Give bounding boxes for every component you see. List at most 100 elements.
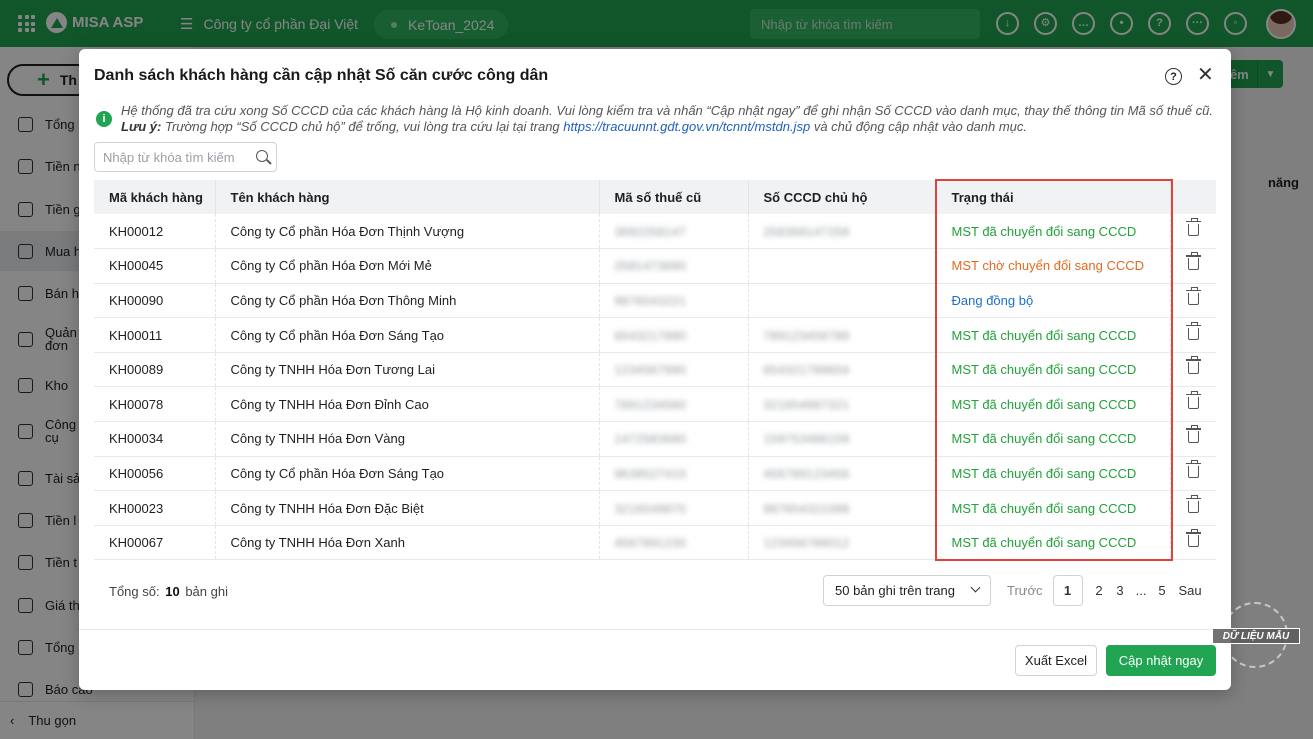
cell-old-tax-code: 1472583690 bbox=[614, 432, 687, 447]
cell-status: MST đã chuyển đổi sang CCCD bbox=[936, 386, 1171, 423]
cell-status: MST đã chuyển đổi sang CCCD bbox=[936, 352, 1171, 388]
cell-customer-name: Công ty Cổ phần Hóa Đơn Sáng Tạo bbox=[215, 317, 600, 353]
pagination-page-current[interactable]: 1 bbox=[1052, 575, 1083, 606]
cell-customer-code: KH00011 bbox=[94, 317, 216, 353]
trash-icon[interactable] bbox=[1185, 286, 1201, 305]
customer-table: Mã khách hàng Tên khách hàng Mã số thuế … bbox=[94, 180, 1216, 561]
cell-customer-code: KH00045 bbox=[94, 248, 216, 284]
table-row[interactable]: KH00056 Công ty Cổ phần Hóa Đơn Sáng Tạo 9… bbox=[94, 456, 1216, 492]
info-icon: i bbox=[96, 111, 112, 127]
cell-old-tax-code: 9876543221 bbox=[614, 293, 687, 308]
dialog-title: Danh sách khách hàng cần cập nhật Số căn… bbox=[94, 67, 549, 84]
page-size-select[interactable]: 50 bản ghi trên trang bbox=[823, 575, 991, 606]
cell-old-tax-code: 6543217890 bbox=[614, 328, 687, 343]
cell-customer-name: Công ty TNHH Hóa Đơn Xanh bbox=[215, 525, 600, 561]
cell-customer-code: KH00023 bbox=[94, 490, 216, 526]
cell-old-tax-code: 3692258147 bbox=[614, 224, 687, 239]
cell-status: MST chờ chuyển đổi sang CCCD bbox=[936, 248, 1171, 284]
trash-icon[interactable] bbox=[1185, 529, 1201, 548]
pagination-prev[interactable]: Trước bbox=[1007, 575, 1043, 606]
table-row[interactable]: KH00045 Công ty Cổ phần Hóa Đơn Mới Mẻ 258… bbox=[94, 248, 1216, 284]
cell-old-tax-code: 7891234560 bbox=[614, 397, 687, 412]
table-header-row: Mã khách hàng Tên khách hàng Mã số thuế … bbox=[94, 180, 1216, 214]
cell-status: MST đã chuyển đổi sang CCCD bbox=[936, 317, 1171, 353]
cccd-update-dialog: Danh sách khách hàng cần cập nhật Số căn… bbox=[79, 49, 1231, 690]
cell-status: MST đã chuyển đổi sang CCCD bbox=[936, 525, 1171, 561]
export-excel-button[interactable]: Xuất Excel bbox=[1015, 645, 1097, 676]
cell-cccd: 789123456789 bbox=[763, 328, 850, 343]
close-icon[interactable]: ✕ bbox=[1197, 64, 1214, 86]
table-row[interactable]: KH00034 Công ty TNHH Hóa Đơn Vàng 14725836… bbox=[94, 421, 1216, 457]
pagination-page[interactable]: 2 bbox=[1089, 575, 1110, 606]
cell-old-tax-code: 3216549870 bbox=[614, 501, 687, 516]
cell-status: MST đã chuyển đổi sang CCCD bbox=[936, 456, 1171, 492]
cell-status: Đang đồng bộ bbox=[936, 283, 1171, 319]
cell-status: MST đã chuyển đổi sang CCCD bbox=[936, 490, 1171, 526]
table-row[interactable]: KH00078 Công ty TNHH Hóa Đơn Đỉnh Cao 7891… bbox=[94, 386, 1216, 423]
cell-customer-code: KH00056 bbox=[94, 456, 216, 492]
cell-cccd: 456789123456 bbox=[763, 466, 850, 481]
cell-customer-code: KH00089 bbox=[94, 352, 216, 388]
pagination-next[interactable]: Sau bbox=[1179, 575, 1202, 606]
trash-icon[interactable] bbox=[1185, 321, 1201, 340]
pagination-page[interactable]: 5 bbox=[1152, 575, 1173, 606]
cell-customer-name: Công ty TNHH Hóa Đơn Tương Lai bbox=[215, 352, 600, 388]
trash-icon[interactable] bbox=[1185, 390, 1201, 409]
info-notice: i Hệ thống đã tra cứu xong Số CCCD của c… bbox=[96, 103, 1216, 135]
cell-old-tax-code: 2581473690 bbox=[614, 259, 687, 274]
help-icon[interactable]: ? bbox=[1165, 68, 1182, 85]
cell-cccd: 258369147258 bbox=[763, 224, 850, 239]
table-row[interactable]: KH00067 Công ty TNHH Hóa Đơn Xanh 45678912… bbox=[94, 525, 1216, 561]
trash-icon[interactable] bbox=[1185, 459, 1201, 478]
table-row[interactable]: KH00012 Công ty Cổ phần Hóa Đơn Thịnh Vượ… bbox=[94, 214, 1216, 250]
cell-cccd: 987654321098 bbox=[763, 501, 850, 516]
trash-icon[interactable] bbox=[1185, 494, 1201, 513]
column-header-old-tax[interactable]: Mã số thuế cũ bbox=[599, 180, 749, 214]
pagination: Trước 1 2 3 ... 5 Sau bbox=[1007, 575, 1202, 606]
cell-customer-name: Công ty TNHH Hóa Đơn Đỉnh Cao bbox=[215, 386, 600, 423]
trash-icon[interactable] bbox=[1185, 252, 1201, 271]
table-row[interactable]: KH00089 Công ty TNHH Hóa Đơn Tương Lai 123… bbox=[94, 352, 1216, 388]
table-row[interactable]: KH00023 Công ty TNHH Hóa Đơn Đặc Biệt 3216… bbox=[94, 490, 1216, 526]
sample-data-watermark: DỮ LIỆU MẪU bbox=[1212, 602, 1300, 672]
lookup-link[interactable]: https://tracuunnt.gdt.gov.vn/tcnnt/mstdn… bbox=[563, 119, 810, 134]
cell-customer-code: KH00012 bbox=[94, 214, 216, 250]
dialog-search-input[interactable]: Nhập từ khóa tìm kiếm bbox=[94, 142, 277, 172]
cell-cccd: 321654987321 bbox=[763, 397, 850, 412]
cell-old-tax-code: 9638527410 bbox=[614, 466, 687, 481]
cell-cccd: 123456789012 bbox=[763, 536, 850, 551]
record-total: Tổng số: 10 bản ghi bbox=[109, 584, 228, 599]
cell-customer-code: KH00078 bbox=[94, 386, 216, 423]
search-icon[interactable] bbox=[256, 150, 268, 162]
cell-customer-name: Công ty TNHH Hóa Đơn Đặc Biệt bbox=[215, 490, 600, 526]
cell-customer-name: Công ty TNHH Hóa Đơn Vàng bbox=[215, 421, 600, 457]
footer-divider bbox=[79, 629, 1231, 630]
column-header-code[interactable]: Mã khách hàng bbox=[94, 180, 216, 214]
cell-cccd: 654321789654 bbox=[763, 363, 850, 378]
column-header-actions bbox=[1170, 180, 1216, 214]
cell-customer-name: Công ty Cổ phần Hóa Đơn Thông Minh bbox=[215, 283, 600, 319]
cell-status: MST đã chuyển đổi sang CCCD bbox=[936, 214, 1171, 250]
cell-customer-code: KH00090 bbox=[94, 283, 216, 319]
trash-icon[interactable] bbox=[1185, 356, 1201, 375]
cell-cccd: 159753486159 bbox=[763, 432, 850, 447]
table-row[interactable]: KH00011 Công ty Cổ phần Hóa Đơn Sáng Tạo 6… bbox=[94, 317, 1216, 353]
column-header-name[interactable]: Tên khách hàng bbox=[215, 180, 600, 214]
column-header-cccd[interactable]: Số CCCD chủ hộ bbox=[748, 180, 937, 214]
column-header-status[interactable]: Trạng thái bbox=[936, 180, 1171, 214]
trash-icon[interactable] bbox=[1185, 217, 1201, 236]
pagination-page[interactable]: 3 bbox=[1110, 575, 1131, 606]
update-now-button[interactable]: Cập nhật ngay bbox=[1106, 645, 1216, 676]
table-row[interactable]: KH00090 Công ty Cổ phần Hóa Đơn Thông Min… bbox=[94, 283, 1216, 319]
trash-icon[interactable] bbox=[1185, 425, 1201, 444]
chevron-down-icon bbox=[970, 582, 981, 593]
cell-customer-code: KH00034 bbox=[94, 421, 216, 457]
cell-customer-name: Công ty Cổ phần Hóa Đơn Thịnh Vượng bbox=[215, 214, 600, 250]
cell-customer-name: Công ty Cổ phần Hóa Đơn Mới Mẻ bbox=[215, 248, 600, 284]
pagination-ellipsis: ... bbox=[1135, 583, 1147, 598]
cell-old-tax-code: 1234567890 bbox=[614, 363, 687, 378]
cell-old-tax-code: 4567891230 bbox=[614, 536, 687, 551]
cell-status: MST đã chuyển đổi sang CCCD bbox=[936, 421, 1171, 457]
cell-customer-name: Công ty Cổ phần Hóa Đơn Sáng Tạo bbox=[215, 456, 600, 492]
cell-customer-code: KH00067 bbox=[94, 525, 216, 561]
